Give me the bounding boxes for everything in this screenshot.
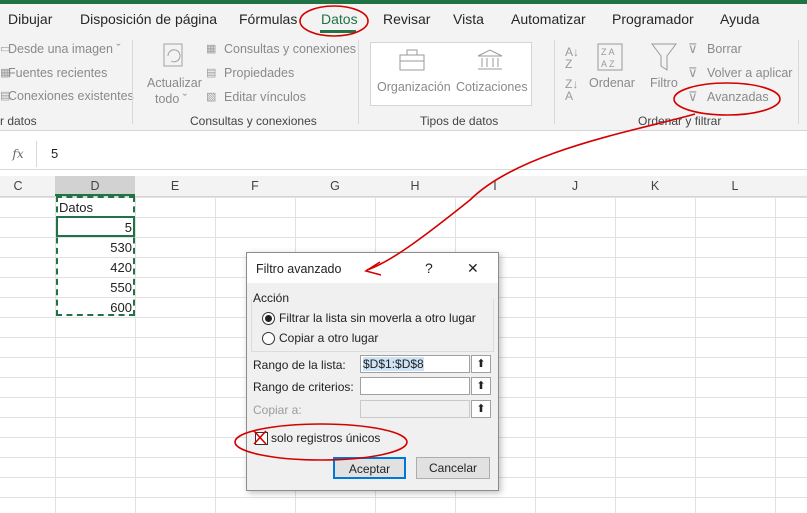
cell-d2[interactable]: 5 bbox=[60, 220, 132, 235]
criteria-range-input[interactable] bbox=[360, 377, 470, 395]
radio-filter-in-place[interactable] bbox=[262, 312, 275, 325]
advanced-button[interactable]: Avanzadas bbox=[707, 90, 769, 104]
cell-d5[interactable]: 550 bbox=[60, 280, 132, 295]
tab-dibujar[interactable]: Dibujar bbox=[8, 11, 52, 27]
dialog-title: Filtro avanzado bbox=[256, 262, 342, 276]
column-header-c[interactable]: C bbox=[0, 179, 36, 193]
menu-tabs: Dibujar Disposición de página Fórmulas D… bbox=[0, 4, 807, 36]
sort-icon: Z A A Z bbox=[597, 43, 623, 71]
data-types-gallery bbox=[370, 42, 532, 106]
column-header-g[interactable]: G bbox=[295, 179, 375, 193]
cancel-button[interactable]: Cancelar bbox=[416, 457, 490, 479]
list-range-input[interactable]: $D$1:$D$8 bbox=[360, 355, 470, 373]
tab-disposicion-pagina[interactable]: Disposición de página bbox=[80, 11, 217, 27]
formula-bar: fx 5 bbox=[0, 139, 807, 170]
tab-revisar[interactable]: Revisar bbox=[383, 11, 430, 27]
sort-az-icon[interactable]: A↓ Z bbox=[565, 46, 579, 70]
advanced-filter-dialog: Filtro avanzado ? ✕ Acción Filtrar la li… bbox=[246, 252, 499, 491]
ribbon-separator bbox=[554, 40, 555, 124]
tab-ayuda[interactable]: Ayuda bbox=[720, 11, 759, 27]
column-header-d[interactable]: D bbox=[55, 179, 135, 193]
column-headers: C D E F G H I J K L bbox=[0, 176, 807, 197]
clear-button[interactable]: Borrar bbox=[707, 42, 742, 56]
option-filter-in-place-label[interactable]: Filtrar la lista sin moverla a otro luga… bbox=[279, 311, 476, 325]
existing-connections-button[interactable]: Conexiones existentes bbox=[8, 89, 134, 103]
list-range-label: Rango de la lista: bbox=[253, 358, 346, 372]
cell-d4[interactable]: 420 bbox=[60, 260, 132, 275]
refresh-all-label[interactable]: Actualizar bbox=[147, 76, 202, 90]
properties-button[interactable]: Propiedades bbox=[224, 66, 294, 80]
clear-filter-icon: ⊽ bbox=[688, 41, 698, 56]
group-label-queries: Consultas y conexiones bbox=[190, 114, 317, 128]
filter-button[interactable]: Filtro bbox=[650, 76, 678, 90]
copy-to-input[interactable] bbox=[360, 400, 470, 418]
option-copy-to-label[interactable]: Copiar a otro lugar bbox=[279, 331, 378, 345]
group-label-sort-filter: Ordenar y filtrar bbox=[638, 114, 722, 128]
queries-connections-button[interactable]: Consultas y conexiones bbox=[224, 42, 356, 56]
cell-d6[interactable]: 600 bbox=[60, 300, 132, 315]
ribbon-separator bbox=[358, 40, 359, 124]
stocks-button[interactable]: Cotizaciones bbox=[456, 80, 528, 94]
queries-icon: ▦ bbox=[206, 43, 217, 55]
column-header-i[interactable]: I bbox=[455, 179, 535, 193]
edit-links-icon: ▧ bbox=[206, 91, 217, 103]
sort-button[interactable]: Ordenar bbox=[589, 76, 635, 90]
edit-links-button[interactable]: Editar vínculos bbox=[224, 90, 306, 104]
properties-icon: ▤ bbox=[206, 67, 217, 79]
insert-function-button[interactable]: fx bbox=[0, 141, 37, 167]
bank-icon bbox=[477, 49, 503, 70]
close-button[interactable]: ✕ bbox=[467, 260, 479, 277]
cell-d3[interactable]: 530 bbox=[60, 240, 132, 255]
unique-records-checkbox[interactable] bbox=[255, 432, 268, 445]
recent-sources-button[interactable]: Fuentes recientes bbox=[8, 66, 107, 80]
copy-to-picker-icon[interactable]: ⬆ bbox=[471, 400, 491, 418]
group-label-get-data: r datos bbox=[0, 114, 37, 128]
svg-text:A Z: A Z bbox=[601, 59, 615, 69]
help-button[interactable]: ? bbox=[425, 260, 433, 276]
advanced-filter-icon: ⊽ bbox=[688, 89, 698, 104]
ribbon-gap bbox=[0, 131, 807, 139]
ribbon: ▭ Desde una imagen ˇ ▦ Fuentes recientes… bbox=[0, 36, 807, 131]
formula-input[interactable]: 5 bbox=[51, 146, 58, 161]
tab-datos[interactable]: Datos bbox=[321, 11, 358, 27]
copy-to-label: Copiar a: bbox=[253, 403, 302, 417]
tab-formulas[interactable]: Fórmulas bbox=[239, 11, 297, 27]
ribbon-separator bbox=[132, 40, 133, 124]
from-image-button[interactable]: Desde una imagen ˇ bbox=[8, 42, 121, 56]
svg-text:Z A: Z A bbox=[601, 47, 615, 57]
column-header-h[interactable]: H bbox=[375, 179, 455, 193]
criteria-range-picker-icon[interactable]: ⬆ bbox=[471, 377, 491, 395]
ribbon-separator bbox=[798, 40, 799, 124]
refresh-all-icon bbox=[163, 43, 183, 67]
column-header-f[interactable]: F bbox=[215, 179, 295, 193]
reapply-button[interactable]: Volver a aplicar bbox=[707, 66, 792, 80]
tab-automatizar[interactable]: Automatizar bbox=[511, 11, 586, 27]
criteria-range-label: Rango de criterios: bbox=[253, 380, 354, 394]
ok-button[interactable]: Aceptar bbox=[333, 457, 406, 479]
tab-programador[interactable]: Programador bbox=[612, 11, 694, 27]
column-header-j[interactable]: J bbox=[535, 179, 615, 193]
organization-button[interactable]: Organización bbox=[377, 80, 451, 94]
filter-icon bbox=[651, 43, 677, 71]
column-header-e[interactable]: E bbox=[135, 179, 215, 193]
group-label-data-types: Tipos de datos bbox=[420, 114, 499, 128]
column-header-k[interactable]: K bbox=[615, 179, 695, 193]
list-range-value: $D$1:$D$8 bbox=[363, 357, 424, 371]
active-tab-underline bbox=[320, 30, 356, 33]
reapply-icon: ⊽ bbox=[688, 65, 698, 80]
refresh-all-dropdown[interactable]: todo ˇ bbox=[155, 92, 187, 106]
unique-records-label[interactable]: solo registros únicos bbox=[271, 431, 380, 445]
sort-za-icon[interactable]: Z↓ A bbox=[565, 78, 578, 102]
list-range-picker-icon[interactable]: ⬆ bbox=[471, 355, 491, 373]
tab-vista[interactable]: Vista bbox=[453, 11, 484, 27]
column-header-l[interactable]: L bbox=[695, 179, 775, 193]
briefcase-icon bbox=[399, 49, 425, 71]
radio-copy-to[interactable] bbox=[262, 332, 275, 345]
cell-d1[interactable]: Datos bbox=[59, 200, 93, 215]
